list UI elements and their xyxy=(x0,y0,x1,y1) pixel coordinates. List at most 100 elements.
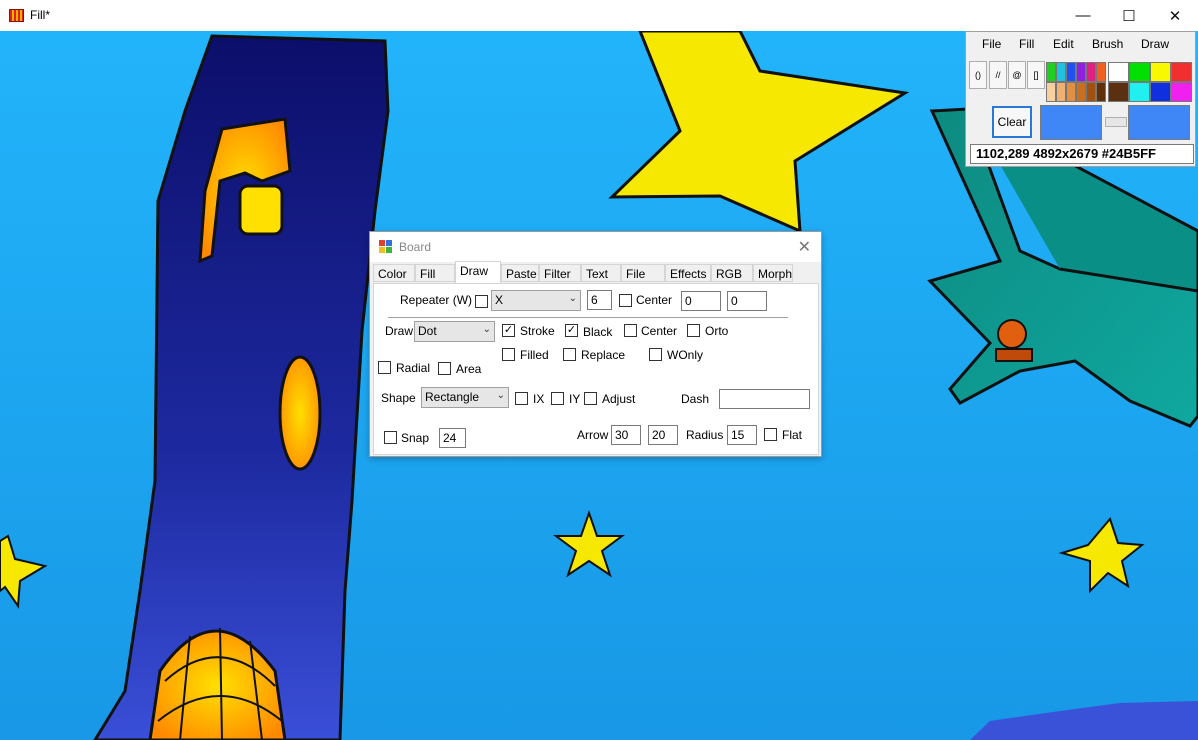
ellipse-tool-button[interactable]: () xyxy=(969,61,987,89)
line-tool-button[interactable]: // xyxy=(989,61,1007,89)
rect-tool-button[interactable]: [] xyxy=(1027,61,1045,89)
black-checkbox[interactable]: ✓ xyxy=(565,324,578,337)
arrow-a-input[interactable]: 30 xyxy=(611,425,641,445)
dialog-title: Board xyxy=(399,240,432,254)
tab-rgb[interactable]: RGB xyxy=(711,264,753,282)
repeater-center-checkbox[interactable] xyxy=(619,294,632,307)
palette-swatch[interactable] xyxy=(1056,62,1066,82)
repeater-count-input[interactable]: 6 xyxy=(587,290,612,310)
replace-checkbox[interactable] xyxy=(563,348,576,361)
palette-swatch[interactable] xyxy=(1150,82,1171,102)
filled-checkbox[interactable] xyxy=(502,348,515,361)
draw-center-label: Center xyxy=(641,324,678,338)
flat-label: Flat xyxy=(782,428,803,442)
snap-label: Snap xyxy=(401,431,430,445)
palette-swatch[interactable] xyxy=(1096,62,1106,82)
menu-draw[interactable]: Draw xyxy=(1141,37,1169,51)
palette-swatch[interactable] xyxy=(1129,62,1150,82)
menu-edit[interactable]: Edit xyxy=(1053,37,1074,51)
tab-color[interactable]: Color xyxy=(373,264,415,282)
ix-label: IX xyxy=(533,392,545,406)
minimize-button[interactable]: — xyxy=(1060,0,1106,31)
secondary-color-swatch[interactable] xyxy=(1128,105,1190,140)
menu-fill[interactable]: Fill xyxy=(1019,37,1034,51)
repeater-y-input[interactable]: 0 xyxy=(727,291,767,311)
draw-mode-select[interactable]: Dot ⌄ xyxy=(414,321,495,342)
repeater-axis-value: X xyxy=(495,293,504,307)
palette-swatch[interactable] xyxy=(1076,82,1086,102)
repeater-axis-select[interactable]: X ⌄ xyxy=(491,290,581,311)
tab-text[interactable]: Text xyxy=(581,264,621,282)
tab-morph[interactable]: Morph xyxy=(753,264,793,282)
tab-effects[interactable]: Effects xyxy=(665,264,711,282)
repeater-label: Repeater (W) xyxy=(400,293,473,307)
draw-tab-page: Repeater (W) X ⌄ 6 Center 0 0 Draw Dot ⌄ ✓… xyxy=(373,283,819,455)
tab-file[interactable]: File xyxy=(621,264,665,282)
palette-swatch[interactable] xyxy=(1086,82,1096,102)
status-readout: 1102,289 4892x2679 #24B5FF xyxy=(970,144,1194,164)
palette-swatch[interactable] xyxy=(1096,82,1106,102)
area-checkbox[interactable] xyxy=(438,362,451,375)
radius-input[interactable]: 15 xyxy=(727,425,757,445)
palette-swatch[interactable] xyxy=(1056,82,1066,102)
repeater-checkbox[interactable] xyxy=(475,295,488,308)
swap-colors-button[interactable] xyxy=(1105,117,1127,127)
palette-swatch[interactable] xyxy=(1046,82,1056,102)
tab-fill[interactable]: Fill xyxy=(415,264,455,282)
iy-checkbox[interactable] xyxy=(551,392,564,405)
palette-swatch[interactable] xyxy=(1150,62,1171,82)
repeater-center-label: Center xyxy=(636,293,673,307)
snap-input[interactable]: 24 xyxy=(439,428,466,448)
stroke-checkbox[interactable]: ✓ xyxy=(502,324,515,337)
dialog-title-bar[interactable]: Board ✕ xyxy=(370,232,821,262)
tab-strip: Color Fill Draw Paste Filter Text File E… xyxy=(373,261,820,283)
menu-brush[interactable]: Brush xyxy=(1092,37,1123,51)
title-bar: Fill* — ☐ ✕ xyxy=(0,0,1198,32)
palette-swatch[interactable] xyxy=(1066,62,1076,82)
flat-checkbox[interactable] xyxy=(764,428,777,441)
spiral-tool-button[interactable]: @ xyxy=(1008,61,1026,89)
close-button[interactable]: ✕ xyxy=(1152,0,1198,31)
palette-swatch[interactable] xyxy=(1086,62,1096,82)
radius-label: Radius xyxy=(686,428,724,442)
draw-center-checkbox[interactable] xyxy=(624,324,637,337)
primary-color-swatch[interactable] xyxy=(1040,105,1102,140)
arrow-b-input[interactable]: 20 xyxy=(648,425,678,445)
radial-label: Radial xyxy=(396,361,431,375)
menu-file[interactable]: File xyxy=(982,37,1001,51)
dash-input[interactable] xyxy=(719,389,810,409)
palette-swatch[interactable] xyxy=(1066,82,1076,102)
palette-swatch[interactable] xyxy=(1108,82,1129,102)
palette-swatch[interactable] xyxy=(1129,82,1150,102)
tab-paste[interactable]: Paste xyxy=(501,264,539,282)
clear-button[interactable]: Clear xyxy=(992,106,1032,138)
draw-label: Draw xyxy=(385,324,414,338)
radial-checkbox[interactable] xyxy=(378,361,391,374)
adjust-checkbox[interactable] xyxy=(584,392,597,405)
shape-value: Rectangle xyxy=(425,390,480,404)
separator xyxy=(388,317,788,318)
tab-filter[interactable]: Filter xyxy=(539,264,581,282)
chevron-down-icon: ⌄ xyxy=(496,390,505,401)
stroke-label: Stroke xyxy=(520,324,555,338)
palette-swatch[interactable] xyxy=(1076,62,1086,82)
palette-swatch[interactable] xyxy=(1171,82,1192,102)
tab-draw[interactable]: Draw xyxy=(455,261,501,283)
chevron-down-icon: ⌄ xyxy=(482,324,491,335)
wonly-label: WOnly xyxy=(667,348,703,362)
shape-select[interactable]: Rectangle ⌄ xyxy=(421,387,509,408)
palette-swatch[interactable] xyxy=(1108,62,1129,82)
palette-swatch[interactable] xyxy=(1046,62,1056,82)
tool-panel: File Fill Edit Brush Draw () // @ [] Cle… xyxy=(965,31,1196,167)
dialog-close-icon[interactable]: ✕ xyxy=(798,237,811,257)
dash-label: Dash xyxy=(681,392,710,406)
palette-swatch[interactable] xyxy=(1171,62,1192,82)
wonly-checkbox[interactable] xyxy=(649,348,662,361)
ix-checkbox[interactable] xyxy=(515,392,528,405)
app-icon xyxy=(9,9,24,22)
orto-checkbox[interactable] xyxy=(687,324,700,337)
window-title: Fill* xyxy=(30,8,50,22)
maximize-button[interactable]: ☐ xyxy=(1106,0,1152,31)
snap-checkbox[interactable] xyxy=(384,431,397,444)
repeater-x-input[interactable]: 0 xyxy=(681,291,721,311)
